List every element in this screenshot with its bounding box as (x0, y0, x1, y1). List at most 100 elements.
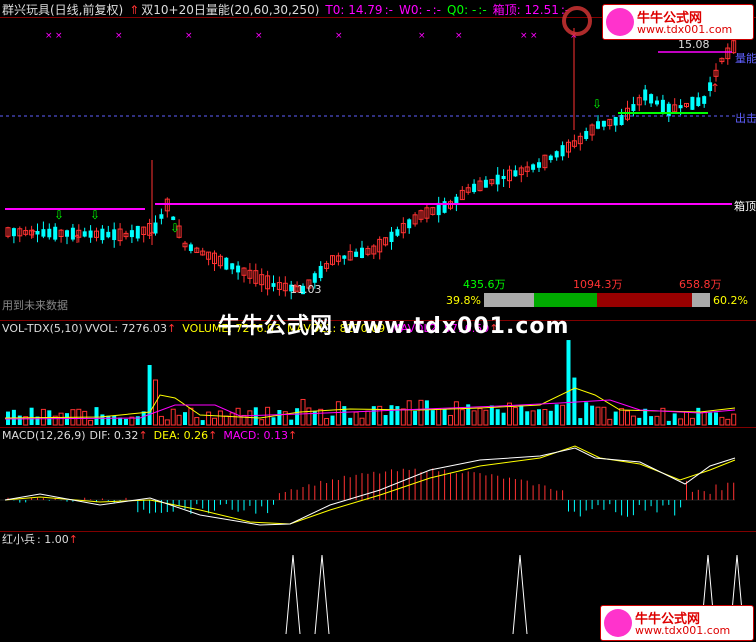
price-low-label: 11.03 (290, 283, 322, 296)
candle-down (513, 170, 518, 177)
signal-arrow-icon: ⇩ (170, 221, 180, 235)
volume-bar (590, 405, 595, 425)
candle-down (53, 226, 58, 240)
volume-bar (206, 411, 212, 426)
cow-logo-icon (604, 609, 632, 637)
hxb-spike (512, 554, 528, 635)
macd-title[interactable]: MACD(12,26,9) (2, 429, 86, 442)
volume-bar (525, 411, 530, 425)
watermark-badge-top: 牛牛公式网 www.tdx001.com (602, 4, 754, 40)
candle-down (41, 229, 46, 237)
volume-bar (170, 408, 176, 426)
hxb-title[interactable]: 红小兵 (2, 533, 35, 546)
signal-mark: × (335, 31, 343, 41)
candle-down (472, 183, 477, 193)
candle-down (112, 229, 117, 241)
volume-bar (708, 412, 713, 425)
volume-bar (501, 412, 506, 425)
volume-bar (554, 404, 559, 425)
volume-bar (229, 412, 235, 426)
volume-bar (453, 401, 459, 426)
volume-bar (654, 415, 660, 426)
volume-bar (560, 404, 566, 426)
volume-bar (118, 417, 123, 425)
volume-bar (306, 407, 312, 426)
vol-split-seg (484, 293, 534, 307)
signal-arrow-icon: ↑ (72, 232, 82, 246)
up-arrow-icon: ↑ (167, 322, 177, 335)
volume-bar (601, 406, 607, 426)
volume-bar (731, 413, 737, 426)
signal-mark: × (255, 31, 263, 41)
volume-bar (17, 415, 22, 425)
signal-arrow-icon: ⇩ (90, 208, 100, 222)
candle-down (342, 255, 347, 259)
volume-bar (495, 409, 500, 425)
signal-mark: × (418, 31, 426, 41)
candle-down (11, 228, 16, 237)
volume-bar (295, 408, 300, 425)
volume-bar (289, 419, 294, 425)
signal-mark: × (520, 31, 528, 41)
volume-bar (141, 411, 146, 425)
volume-bar (29, 407, 34, 425)
candle-down (655, 100, 659, 105)
candle-down (649, 94, 654, 104)
candle-down (548, 155, 553, 161)
volume-bar (471, 410, 477, 426)
candle-down (224, 257, 229, 270)
candle-down (454, 196, 459, 204)
volume-bar (188, 407, 194, 426)
center-watermark: 牛牛公式网 www.tdx001.com (218, 314, 570, 339)
volume-bar (537, 409, 541, 425)
candle-down (696, 97, 701, 106)
candle-down (159, 214, 164, 219)
volume-bar (607, 418, 613, 426)
volume-bar (489, 405, 494, 425)
candle-down (312, 273, 317, 283)
cow-logo-icon (606, 8, 634, 36)
volume-bar (330, 415, 335, 425)
volume-bar (124, 418, 128, 425)
vol-split-seg (534, 293, 597, 307)
signal-arrow-icon: ⇩ (54, 208, 64, 222)
volume-bar (106, 415, 111, 425)
up-arrow-icon: ↑ (288, 429, 298, 442)
volume-bar (578, 418, 583, 425)
volume-bar (183, 412, 187, 425)
volume-bar (223, 415, 229, 426)
volume-bar (630, 415, 636, 426)
volume-bar (430, 410, 435, 425)
volume-bar (714, 412, 718, 425)
signal-arrow-icon: ↑ (710, 81, 720, 95)
volume-bar (94, 407, 99, 425)
candle-down (690, 96, 695, 110)
volume-bar (100, 414, 105, 425)
signal-mark: × (115, 31, 123, 41)
volume-bar (689, 417, 695, 426)
candle-down (360, 247, 364, 258)
vol-title[interactable]: VOL-TDX(5,10) (2, 322, 83, 335)
watermark-badge-bottom: 牛牛公式网 www.tdx001.com (600, 605, 754, 641)
volume-bar (395, 406, 400, 425)
vvol-value: VVOL: 7276.03 (84, 322, 168, 335)
badge-url: www.tdx001.com (635, 624, 731, 637)
volume-bar (217, 410, 223, 426)
candle-down (407, 219, 412, 229)
hxb-spike (285, 554, 301, 635)
vol-split-c: 658.8万 (679, 278, 722, 291)
volume-bar (413, 410, 418, 425)
volume-bar (318, 408, 324, 426)
candle-down (389, 231, 394, 242)
volume-bar (448, 414, 453, 426)
candle-down (666, 103, 671, 117)
vol-split-a: 435.6万 (463, 278, 506, 291)
dea-line (4, 445, 736, 525)
candle-down (537, 162, 541, 168)
candle-down (660, 99, 665, 113)
volume-bar (359, 417, 365, 426)
volume-bar (406, 400, 412, 426)
volume-bar (335, 401, 341, 426)
volume-bar (684, 411, 689, 426)
hxb-panel-header: 红小兵: 1.00↑ (2, 532, 84, 548)
